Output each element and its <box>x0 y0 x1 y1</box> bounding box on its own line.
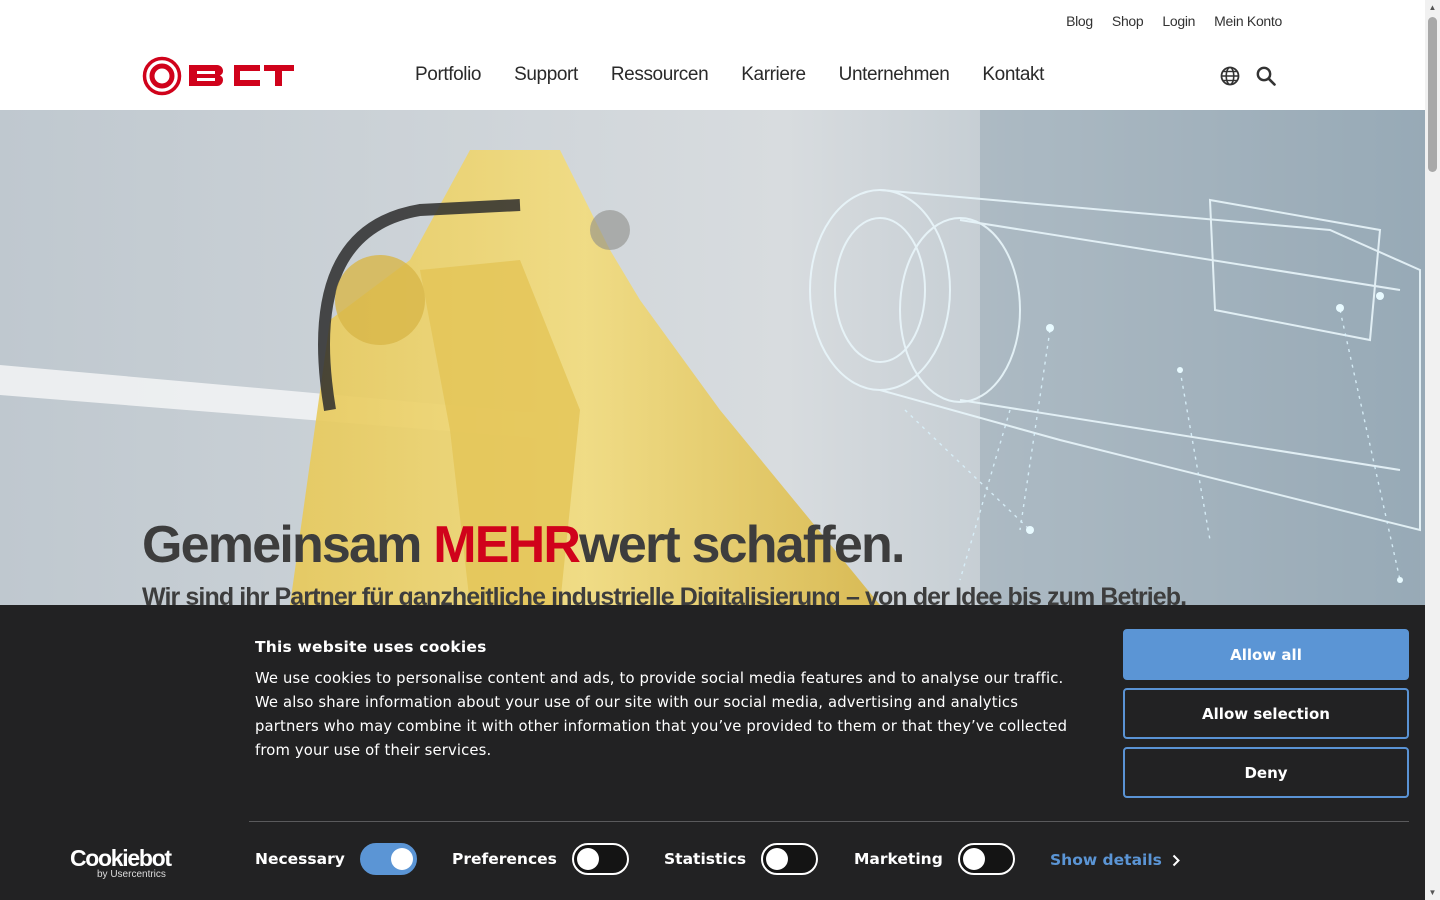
page-scrollbar[interactable]: ▲ ▼ <box>1425 0 1440 900</box>
scroll-up-icon[interactable]: ▲ <box>1428 3 1437 12</box>
scroll-down-icon[interactable]: ▼ <box>1428 888 1437 897</box>
util-link-shop[interactable]: Shop <box>1112 13 1144 29</box>
cookiebot-logo[interactable]: Cookiebot by Usercentrics <box>70 845 180 880</box>
nav-item-support[interactable]: Support <box>514 64 578 86</box>
deny-button[interactable]: Deny <box>1123 747 1409 798</box>
cookie-banner: This website uses cookies We use cookies… <box>0 605 1425 900</box>
hero-title-suffix: wert schaffen. <box>579 516 905 574</box>
toggle-knob <box>766 848 789 870</box>
cookie-title: This website uses cookies <box>255 638 487 656</box>
toggle-knob <box>962 848 985 870</box>
main-nav: Portfolio Support Ressourcen Karriere Un… <box>415 64 1044 86</box>
globe-icon[interactable] <box>1220 66 1240 86</box>
toggle-statistics-group: Statistics <box>664 843 819 875</box>
site-header: Blog Shop Login Mein Konto Portfolio Sup… <box>0 0 1425 110</box>
hero-section: Gemeinsam MEHRwert schaffen. Wir sind ih… <box>0 110 1425 605</box>
nav-item-portfolio[interactable]: Portfolio <box>415 64 482 86</box>
hero-title-prefix: Gemeinsam <box>142 516 434 574</box>
toggle-marketing-label: Marketing <box>854 850 943 868</box>
hero-title-accent: MEHR <box>433 516 581 574</box>
cookie-divider <box>249 821 1409 822</box>
allow-all-button[interactable]: Allow all <box>1123 629 1409 680</box>
util-link-blog[interactable]: Blog <box>1066 13 1093 29</box>
toggle-preferences-label: Preferences <box>452 850 557 868</box>
toggle-knob <box>576 848 599 870</box>
chevron-right-icon <box>1172 854 1180 866</box>
scroll-thumb[interactable] <box>1428 17 1437 172</box>
util-link-login[interactable]: Login <box>1162 13 1195 29</box>
toggle-preferences-group: Preferences <box>452 843 629 875</box>
nav-item-kontakt[interactable]: Kontakt <box>982 64 1044 86</box>
cookiebot-name: Cookiebot <box>70 845 172 871</box>
toggle-knob <box>390 848 413 870</box>
search-icon[interactable] <box>1256 66 1276 86</box>
nav-item-unternehmen[interactable]: Unternehmen <box>839 64 950 86</box>
allow-selection-button[interactable]: Allow selection <box>1123 688 1409 739</box>
bct-logo-graphic <box>142 56 294 96</box>
toggle-statistics[interactable] <box>761 843 819 875</box>
toggle-marketing-group: Marketing <box>854 843 1015 875</box>
toggle-marketing[interactable] <box>957 843 1015 875</box>
nav-item-ressourcen[interactable]: Ressourcen <box>611 64 709 86</box>
bct-logo[interactable] <box>142 56 294 98</box>
util-link-account[interactable]: Mein Konto <box>1214 13 1282 29</box>
utility-nav: Blog Shop Login Mein Konto <box>1066 13 1282 29</box>
hero-subtitle: Wir sind ihr Partner für ganzheitliche i… <box>142 583 1187 605</box>
toggle-statistics-label: Statistics <box>664 850 747 868</box>
toggle-necessary[interactable] <box>359 843 417 875</box>
nav-item-karriere[interactable]: Karriere <box>741 64 806 86</box>
header-icons <box>1220 66 1276 86</box>
toggle-necessary-group: Necessary <box>255 843 417 875</box>
show-details-link[interactable]: Show details <box>1050 851 1180 869</box>
toggle-necessary-label: Necessary <box>255 850 345 868</box>
hero-title: Gemeinsam MEHRwert schaffen. <box>142 515 905 575</box>
cookie-description: We use cookies to personalise content an… <box>255 670 1068 759</box>
show-details-label: Show details <box>1050 851 1162 869</box>
toggle-preferences[interactable] <box>571 843 629 875</box>
